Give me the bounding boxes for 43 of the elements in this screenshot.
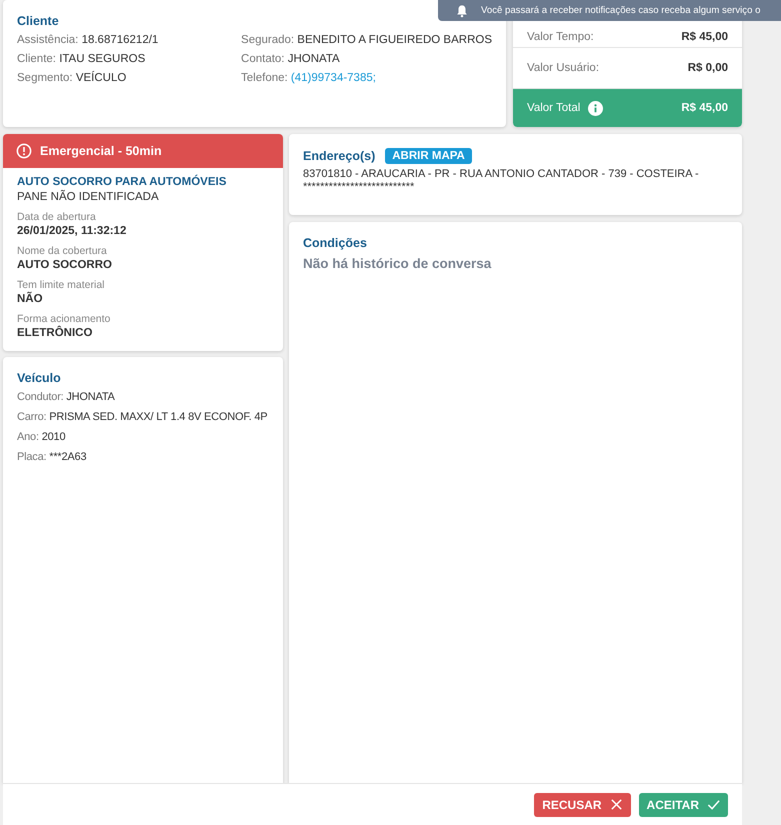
section-title: Condições <box>303 236 368 250</box>
info-field: Carro: PRISMA SED. MAXX/ LT 1.4 8V ECONOF. 4P <box>17 411 269 423</box>
info-field: Segurado: BENEDITO A FIGUEIREDO BARROS <box>241 34 492 46</box>
info-field: Segmento: VEÍCULO <box>17 72 242 84</box>
value-amount: R$ 0,00 <box>688 62 728 74</box>
detail-label: Nome da cobertura <box>17 245 108 257</box>
empty-message: Não há histórico de conversa <box>303 256 492 271</box>
reject-button[interactable]: RECUSAR <box>534 792 631 816</box>
detail-label: Forma acionamento <box>17 313 112 325</box>
open-map-button[interactable]: ABRIR MAPA <box>385 148 472 164</box>
service-name: AUTO SOCORRO PARA AUTOMÓVEIS <box>17 176 228 188</box>
detail-value: 26/01/2025, 11:32:12 <box>17 225 128 237</box>
address-text: 83701810 - ARAUCARIA - PR - RUA ANTONIO CANTADOR - 739 - COSTEIRA - ************************** <box>303 168 700 194</box>
info-field: Cliente: ITAU SEGUROS <box>17 53 242 65</box>
info-field: Placa: ***2A63 <box>17 451 269 463</box>
info-field: Assistência: 18.68716212/1 <box>17 34 242 46</box>
section-title: Cliente <box>17 14 60 28</box>
phone-link[interactable]: (41)99734-7385; <box>290 72 376 84</box>
value-amount: R$ 45,00 <box>681 102 728 114</box>
bell-icon <box>455 4 469 18</box>
info-field: Condutor: JHONATA <box>17 391 269 403</box>
value-label: Valor Usuário: <box>527 62 600 74</box>
close-icon <box>610 798 623 811</box>
problem-text: PANE NÃO IDENTIFICADA <box>17 191 160 203</box>
check-icon <box>707 798 720 811</box>
detail-label: Tem limite material <box>17 279 106 291</box>
accept-button[interactable]: ACEITAR <box>638 792 728 816</box>
value-amount: R$ 45,00 <box>681 31 728 43</box>
notification-text: Você passará a receber notificações caso receba algum serviço o <box>481 5 760 16</box>
value-label: Valor Tempo: <box>527 31 594 43</box>
alert-icon <box>16 143 32 159</box>
section-title: Endereço(s) <box>303 149 376 163</box>
detail-value: ELETRÔNICO <box>17 327 94 339</box>
info-icon <box>588 100 604 116</box>
urgency-text: Emergencial - 50min <box>40 144 162 158</box>
detail-label: Data de abertura <box>17 211 97 223</box>
info-field: Contato: JHONATA <box>241 53 492 65</box>
detail-value: AUTO SOCORRO <box>17 259 113 271</box>
value-label: Valor Total <box>527 102 580 114</box>
info-field: Ano: 2010 <box>17 431 269 443</box>
detail-value: NÃO <box>17 293 44 305</box>
section-title: Veículo <box>17 371 62 385</box>
phone-field: Telefone: (41)99734-7385; <box>241 72 492 84</box>
